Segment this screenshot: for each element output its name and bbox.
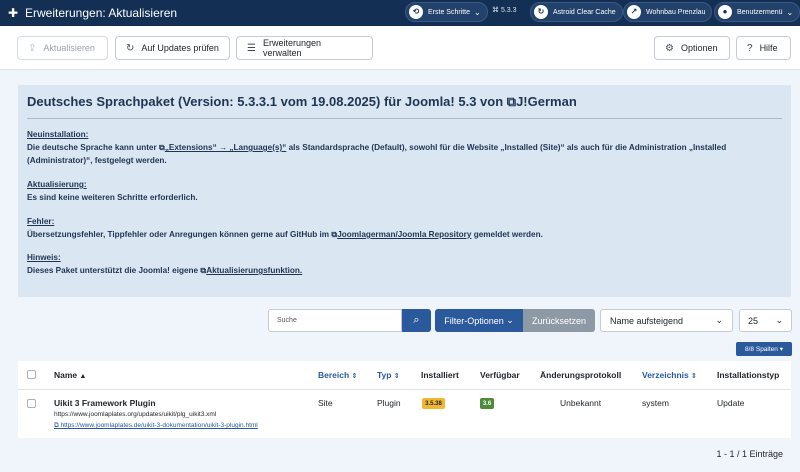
user-menu-button[interactable]: ● Benutzermenü ⌄ bbox=[714, 2, 800, 22]
extension-name: Uikit 3 Framework Plugin bbox=[54, 398, 156, 408]
manage-extensions-button[interactable]: ☰ Erweiterungen verwalten bbox=[236, 36, 373, 60]
manage-extensions-label: Erweiterungen verwalten bbox=[262, 38, 322, 58]
extension-area: Site bbox=[318, 398, 333, 408]
site-name-label: Wohnbau Prenzlau bbox=[646, 8, 706, 16]
chevron-down-icon: ⌄ bbox=[506, 315, 514, 325]
refresh-icon: ↻ bbox=[534, 5, 548, 19]
columns-button[interactable]: 8/8 Spalten ▾ bbox=[736, 342, 792, 356]
chevron-down-icon: ⌄ bbox=[775, 315, 783, 325]
update-block: Aktualisierung: Es sind keine weiteren S… bbox=[27, 180, 198, 202]
toolbar: ⇪ Aktualisieren ↻ Auf Updates prüfen ☰ E… bbox=[0, 26, 800, 70]
chevron-down-icon: ⌄ bbox=[715, 315, 723, 325]
hint-block: Hinweis: Dieses Paket unterstützt die Jo… bbox=[27, 253, 303, 275]
divider bbox=[27, 118, 782, 119]
select-all-checkbox[interactable] bbox=[27, 370, 36, 379]
user-menu-label: Benutzermenü bbox=[737, 8, 783, 16]
col-area[interactable]: Bereich ⇕ bbox=[318, 370, 357, 380]
sort-icon: ⇕ bbox=[691, 373, 698, 380]
available-version-badge: 3.6 bbox=[480, 398, 494, 409]
col-directory[interactable]: Verzeichnis ⇕ bbox=[642, 370, 697, 380]
puzzle-icon: ✚ bbox=[7, 6, 19, 20]
list-limit-select[interactable]: 25 ⌄ bbox=[739, 309, 792, 332]
pagination-count: 1 - 1 / 1 Einträge bbox=[716, 449, 783, 459]
view-site-button[interactable]: ↗ Wohnbau Prenzlau bbox=[623, 2, 713, 22]
user-icon: ● bbox=[718, 5, 732, 19]
first-steps-button[interactable]: ⟲ Erste Schritte ⌄ bbox=[405, 2, 488, 22]
list-icon: ☰ bbox=[247, 42, 256, 54]
header-divider bbox=[18, 389, 791, 390]
changelog-value: Unbekannt bbox=[560, 398, 602, 408]
language-pack-info: Deutsches Sprachpaket (Version: 5.3.3.1 … bbox=[18, 85, 791, 297]
page-title: Erweiterungen: Aktualisieren bbox=[25, 6, 178, 20]
external-link-icon: ⧉ bbox=[506, 94, 517, 109]
col-name[interactable]: Name ▲ bbox=[54, 370, 86, 380]
col-installed: Installiert bbox=[421, 370, 459, 380]
chevron-down-icon: ⌄ bbox=[786, 7, 794, 17]
first-steps-label: Erste Schritte bbox=[428, 8, 471, 16]
joomla-version: ⌘ 5.3.3 bbox=[492, 7, 517, 14]
search-button[interactable]: ⌕ bbox=[402, 309, 431, 332]
col-available: Verfügbar bbox=[480, 370, 520, 380]
help-label: Hilfe bbox=[759, 43, 778, 53]
update-button[interactable]: ⇪ Aktualisieren bbox=[17, 36, 108, 60]
github-repo-link[interactable]: Joomlagerman/Joomla Repository bbox=[337, 230, 471, 239]
external-link-icon: ↗ bbox=[627, 5, 641, 19]
upload-icon: ⇪ bbox=[28, 42, 37, 54]
gear-icon: ⚙ bbox=[665, 42, 674, 54]
options-label: Optionen bbox=[680, 43, 718, 53]
options-button[interactable]: ⚙ Optionen bbox=[654, 36, 730, 60]
search-input[interactable]: Suche bbox=[268, 309, 402, 332]
search-icon: ⌕ bbox=[413, 314, 420, 326]
extension-type: Plugin bbox=[377, 398, 401, 408]
info-url-link[interactable]: ⧉ https://www.joomlaplates.de/uikit-3-do… bbox=[54, 422, 258, 430]
check-updates-label: Auf Updates prüfen bbox=[141, 43, 219, 53]
update-url: https://www.joomlaplates.org/updates/uik… bbox=[54, 411, 217, 418]
reset-button[interactable]: Zurücksetzen bbox=[523, 309, 595, 332]
filter-options-button[interactable]: Filter-Optionen ⌄ bbox=[435, 309, 523, 332]
install-type-value: Update bbox=[717, 398, 745, 408]
installed-version-badge: 3.5.38 bbox=[422, 398, 445, 409]
check-updates-button[interactable]: ↻ Auf Updates prüfen bbox=[115, 36, 230, 60]
sort-icon: ⇕ bbox=[351, 373, 358, 380]
help-button[interactable]: ? Hilfe bbox=[736, 36, 791, 60]
row-checkbox[interactable] bbox=[27, 399, 36, 408]
col-changelog: Änderungsprotokoll bbox=[540, 370, 622, 380]
chevron-down-icon: ⌄ bbox=[474, 7, 481, 17]
clear-cache-label: Astroid Clear Cache bbox=[553, 8, 616, 16]
compass-icon: ⟲ bbox=[409, 5, 423, 19]
sort-icon: ⇕ bbox=[393, 373, 400, 380]
clear-cache-button[interactable]: ↻ Astroid Clear Cache bbox=[530, 2, 623, 22]
col-install-type: Installationstyp bbox=[717, 370, 780, 380]
extensions-languages-link[interactable]: „Extensions“ → „Language(s)“ bbox=[165, 143, 286, 152]
updates-table: Name ▲ Bereich ⇕ Typ ⇕ Installiert Verfü… bbox=[18, 361, 791, 438]
error-block: Fehler: Übersetzungsfehler, Tippfehler o… bbox=[27, 217, 543, 239]
sort-select[interactable]: Name aufsteigend ⌄ bbox=[600, 309, 733, 332]
jgerman-link[interactable]: J!German bbox=[516, 94, 577, 109]
update-label: Aktualisieren bbox=[43, 43, 95, 53]
new-install-block: Neuinstallation: Die deutsche Sprache ka… bbox=[27, 130, 727, 165]
question-icon: ? bbox=[747, 42, 753, 54]
external-link-icon: ⧉ bbox=[54, 422, 59, 429]
info-title: Deutsches Sprachpaket (Version: 5.3.3.1 … bbox=[27, 94, 577, 109]
directory-value: system bbox=[642, 398, 669, 408]
sort-asc-icon: ▲ bbox=[79, 373, 87, 380]
col-type[interactable]: Typ ⇕ bbox=[377, 370, 400, 380]
update-function-link[interactable]: Aktualisierungsfunktion. bbox=[206, 266, 302, 275]
sync-icon: ↻ bbox=[126, 42, 135, 54]
